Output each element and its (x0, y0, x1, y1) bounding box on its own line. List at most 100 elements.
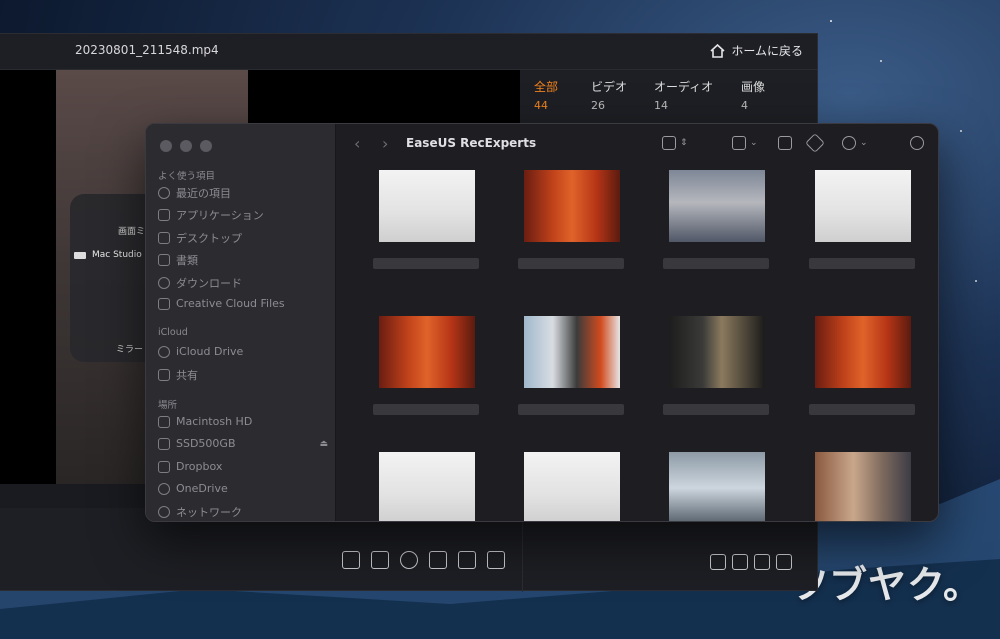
filter-count: 44 (534, 99, 548, 112)
forward-arrow-icon[interactable]: › (382, 134, 388, 153)
apps-icon (158, 209, 170, 221)
finder-sidebar: よく使う項目 最近の項目 アプリケーション デスクトップ 書類 ダウンロード C… (146, 124, 336, 521)
filter-all[interactable]: 全部 44 (534, 78, 558, 112)
sidebar-item-icloud-drive[interactable]: iCloud Drive (158, 345, 328, 358)
view-mode-button[interactable]: ⇕ (662, 136, 688, 150)
filter-count: 14 (654, 99, 668, 112)
file-thumbnail[interactable] (371, 312, 481, 442)
sidebar-item-label: 書類 (176, 254, 198, 267)
search-icon (910, 136, 924, 150)
file-thumbnail[interactable] (807, 312, 917, 442)
file-label (809, 258, 915, 269)
file-thumbnail[interactable] (516, 166, 626, 296)
file-label (518, 258, 624, 269)
player-titlebar: 20230801_211548.mp4 ホームに戻る (0, 34, 817, 70)
sidebar-item-downloads[interactable]: ダウンロード (158, 275, 328, 291)
thumbnail-image (379, 170, 475, 242)
sidebar-item-label: デスクトップ (176, 232, 242, 245)
sidebar-item-label: iCloud Drive (176, 345, 244, 358)
thumbnail-image (524, 316, 620, 388)
player-toolbar (342, 551, 505, 569)
sidebar-item-ssd500gb[interactable]: SSD500GB ⏏ (158, 437, 328, 450)
download-icon (158, 277, 170, 289)
file-thumbnail[interactable] (661, 312, 771, 442)
thumbnail-image (669, 170, 765, 242)
home-icon (710, 43, 725, 58)
file-thumbnail[interactable] (661, 166, 771, 296)
file-thumbnail[interactable] (371, 166, 481, 296)
thumbnail-image (379, 316, 475, 388)
chevron-updown-icon: ⇕ (680, 138, 688, 148)
close-button[interactable] (160, 140, 172, 152)
sidebar-item-desktop[interactable]: デスクトップ (158, 230, 328, 246)
sort-icon[interactable] (732, 554, 748, 570)
file-thumbnail[interactable] (371, 448, 481, 521)
filter-image[interactable]: 画像 4 (741, 78, 765, 112)
zoom-button[interactable] (200, 140, 212, 152)
film-icon[interactable] (371, 551, 389, 569)
speaker-icon[interactable] (458, 551, 476, 569)
snapshot-icon[interactable] (429, 551, 447, 569)
thumbnail-image (815, 316, 911, 388)
audio-icon[interactable] (400, 551, 418, 569)
folder-icon[interactable] (754, 554, 770, 570)
edit-icon[interactable] (710, 554, 726, 570)
favorites-header: よく使う項目 (158, 171, 216, 182)
display-icon (74, 251, 86, 259)
filter-video[interactable]: ビデオ 26 (591, 78, 627, 112)
eject-icon[interactable]: ⏏ (319, 439, 328, 449)
file-thumbnail[interactable] (516, 312, 626, 442)
share-button[interactable] (778, 136, 792, 150)
search-button[interactable] (910, 136, 924, 150)
file-thumbnail[interactable] (807, 448, 917, 521)
file-thumbnail[interactable] (661, 448, 771, 521)
home-button[interactable]: ホームに戻る (710, 42, 803, 59)
grid-view-icon (662, 136, 676, 150)
sidebar-item-applications[interactable]: アプリケーション (158, 207, 328, 223)
sidebar-item-label: ダウンロード (176, 277, 242, 290)
tag-icon (805, 133, 825, 153)
sidebar-item-label: OneDrive (176, 482, 228, 495)
tag-button[interactable] (805, 133, 825, 153)
sidebar-item-recents[interactable]: 最近の項目 (158, 185, 328, 201)
group-button[interactable]: ⌄ (732, 136, 758, 150)
clock-icon (158, 187, 170, 199)
more-actions-button[interactable]: ⌄ (842, 136, 868, 150)
sidebar-item-network[interactable]: ネットワーク (158, 504, 328, 520)
filter-count: 4 (741, 99, 748, 112)
filter-label: オーディオ (654, 80, 714, 94)
sidebar-item-label: アプリケーション (176, 209, 264, 222)
filter-audio[interactable]: オーディオ 14 (654, 78, 713, 112)
cloud-icon (158, 482, 170, 495)
disk-icon (158, 415, 170, 428)
scissors-icon[interactable] (342, 551, 360, 569)
file-thumbnail[interactable] (516, 448, 626, 521)
file-thumbnail[interactable] (807, 166, 917, 296)
file-label (518, 404, 624, 415)
sidebar-item-onedrive[interactable]: OneDrive (158, 482, 328, 495)
file-grid (356, 164, 938, 521)
filter-label: 画像 (741, 80, 766, 94)
file-name: 20230801_211548.mp4 (75, 43, 219, 57)
ellipsis-icon (842, 136, 856, 150)
file-label (373, 404, 479, 415)
file-icon (158, 297, 170, 310)
desktop-icon (158, 232, 170, 244)
minimize-button[interactable] (180, 140, 192, 152)
file-label (663, 258, 769, 269)
sidebar-item-shared[interactable]: 共有 (158, 367, 328, 383)
finder-toolbar: ‹ › EaseUS RecExperts ⇕ ⌄ ⌄ (336, 124, 938, 164)
expand-icon[interactable] (487, 551, 505, 569)
sidebar-item-documents[interactable]: 書類 (158, 252, 328, 268)
folder-title: EaseUS RecExperts (406, 136, 537, 150)
cloud-icon (158, 345, 170, 358)
trash-icon[interactable] (776, 554, 792, 570)
sidebar-item-dropbox[interactable]: Dropbox (158, 460, 328, 473)
sidebar-item-creative-cloud[interactable]: Creative Cloud Files (158, 297, 328, 310)
filter-label: 全部 (534, 80, 559, 94)
file-label (663, 404, 769, 415)
sidebar-item-macintosh-hd[interactable]: Macintosh HD (158, 415, 328, 428)
device-name: Mac Studio (92, 250, 142, 260)
shared-folder-icon (158, 369, 170, 381)
back-arrow-icon[interactable]: ‹ (354, 134, 360, 153)
